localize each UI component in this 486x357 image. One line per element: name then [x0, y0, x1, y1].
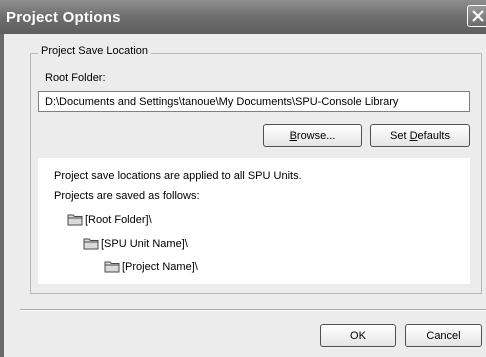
- set-defaults-button[interactable]: Set Defaults: [370, 124, 470, 147]
- browse-label-rest: rowse...: [296, 129, 336, 142]
- root-folder-label: Root Folder:: [45, 72, 106, 84]
- set-defaults-prefix: Set: [390, 129, 410, 142]
- set-defaults-mnemonic: D: [409, 129, 418, 142]
- root-folder-input[interactable]: [38, 91, 470, 112]
- folder-icon: [67, 214, 83, 226]
- group-legend: Project Save Location: [38, 45, 152, 57]
- info-line-1: Project save locations are applied to al…: [54, 170, 302, 182]
- set-defaults-label-rest: efaults: [417, 129, 450, 142]
- tree-item-project-name: [Project Name]\: [104, 260, 198, 273]
- save-structure-panel: Project save locations are applied to al…: [38, 158, 470, 284]
- ok-button[interactable]: OK: [320, 324, 396, 347]
- dialog-title: Project Options: [6, 9, 121, 26]
- tree-label: [Root Folder]\: [85, 213, 152, 226]
- title-bar[interactable]: Project Options: [0, 0, 486, 34]
- tree-label: [Project Name]\: [122, 260, 198, 273]
- close-button[interactable]: [467, 5, 486, 27]
- browse-mnemonic: B: [289, 129, 297, 142]
- browse-button[interactable]: Browse...: [263, 124, 362, 147]
- close-icon: [472, 10, 484, 22]
- info-line-2: Projects are saved as follows:: [54, 190, 200, 202]
- tree-item-root-folder: [Root Folder]\: [67, 213, 152, 226]
- folder-icon: [83, 238, 99, 250]
- cancel-button[interactable]: Cancel: [405, 324, 482, 347]
- button-separator: [20, 309, 486, 311]
- tree-label: [SPU Unit Name]\: [101, 237, 188, 250]
- tree-item-spu-unit: [SPU Unit Name]\: [83, 237, 188, 250]
- folder-icon: [104, 261, 120, 273]
- project-options-dialog: Project Options Project Save Location Ro…: [0, 0, 486, 357]
